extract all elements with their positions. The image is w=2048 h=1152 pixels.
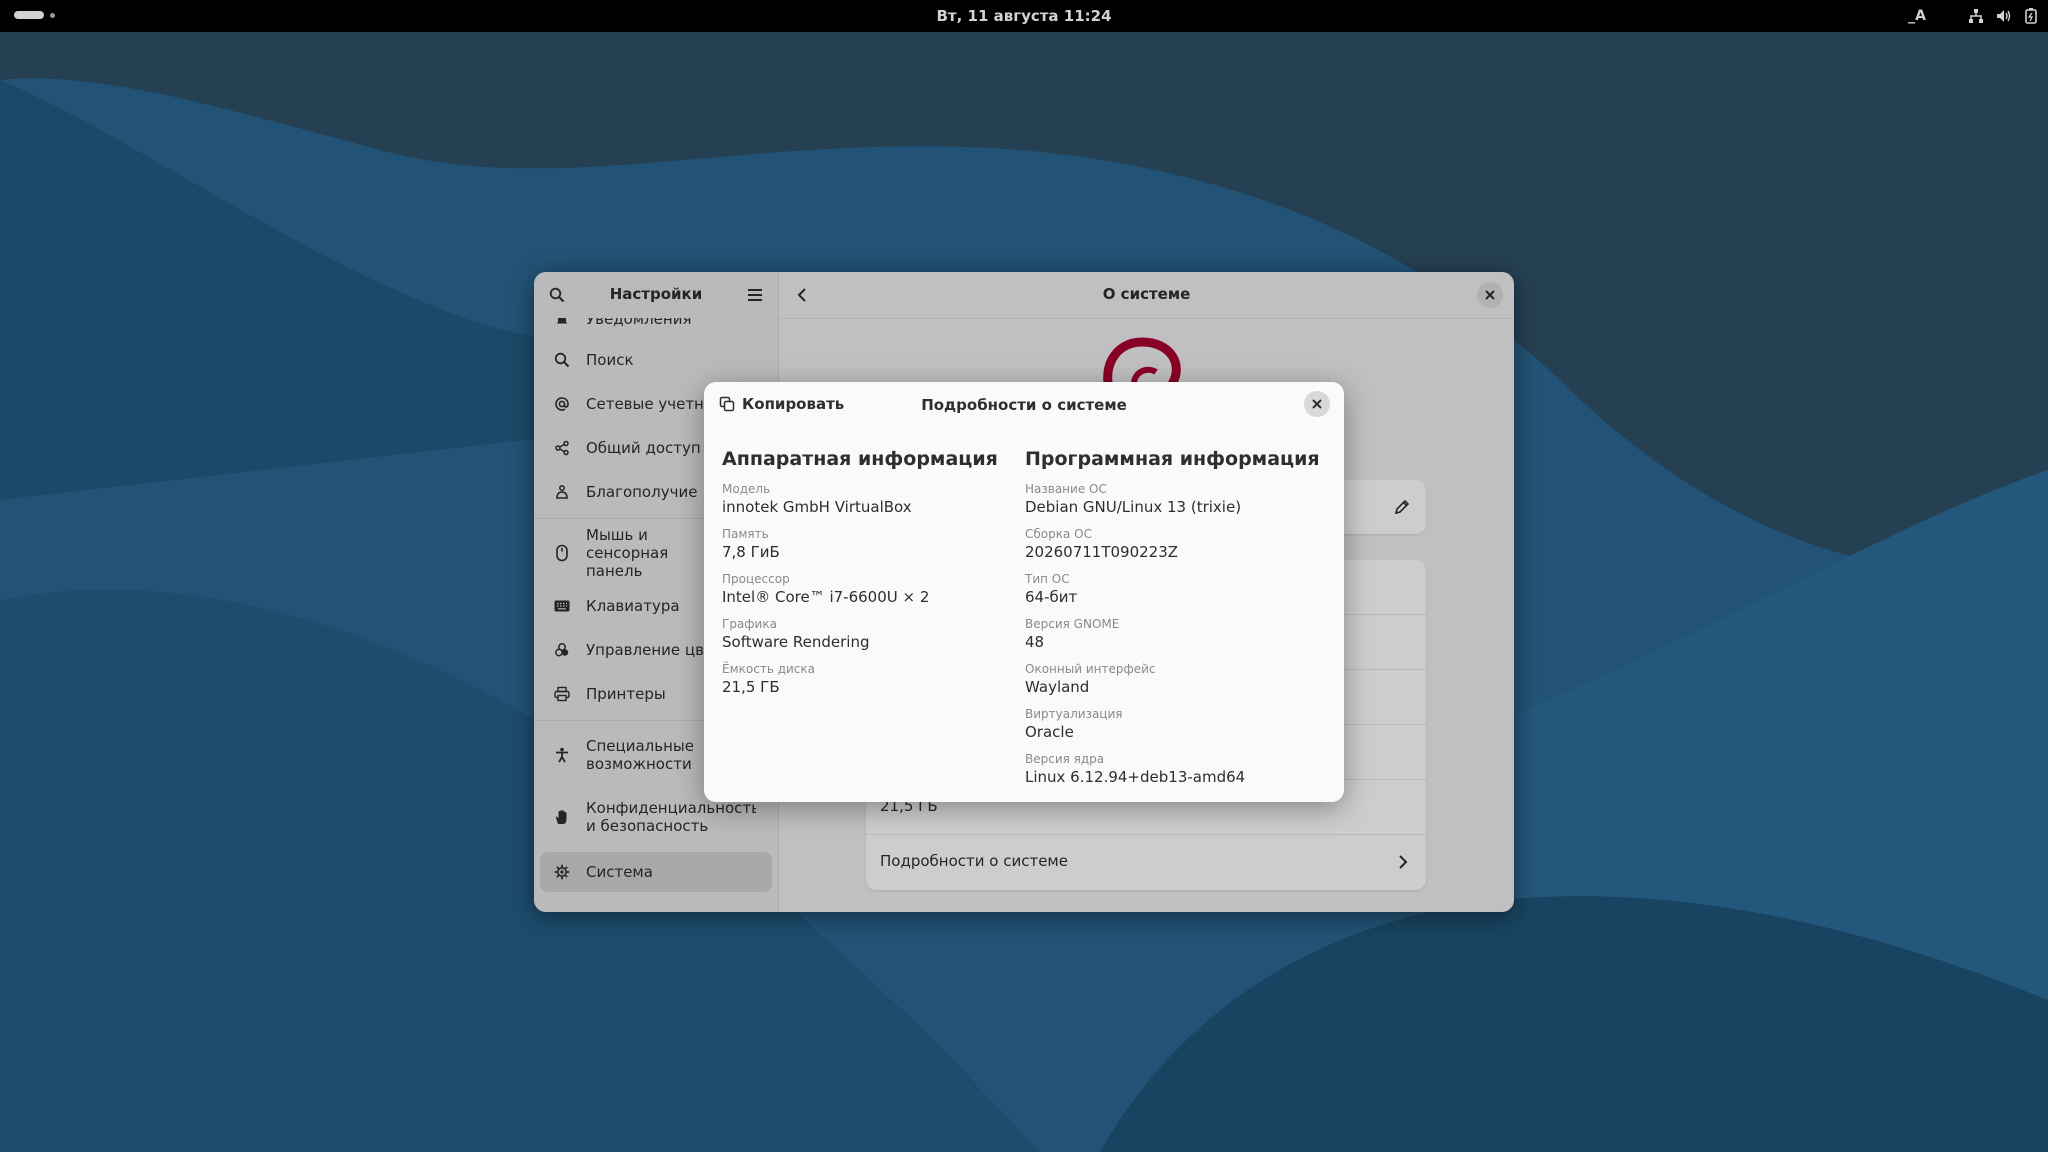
field-value: innotek GmbH VirtualBox [722,498,912,516]
sidebar-item-search[interactable]: Поиск [540,342,772,378]
field-value: 21,5 ГБ [722,678,780,696]
field-key: Сборка ОС [1025,527,1092,541]
close-icon [1485,290,1495,300]
mouse-icon [552,543,572,563]
sidebar-item-label: Поиск [586,351,634,369]
software-field-windowing-system: Оконный интерфейс Wayland [1025,662,1156,696]
field-key: Ёмкость диска [722,662,815,676]
accessibility-icon [552,745,572,765]
chevron-right-icon [1399,855,1408,869]
field-value: 20260711T090223Z [1025,543,1179,561]
field-value: 64-бит [1025,588,1078,606]
field-value: 7,8 ГиБ [722,543,780,561]
field-value: Wayland [1025,678,1090,696]
main-menu-button[interactable] [742,282,768,308]
software-field-gnome-version: Версия GNOME 48 [1025,617,1119,651]
field-value: Intel® Core™ i7-6600U × 2 [722,588,930,606]
hardware-field-memory: Память 7,8 ГиБ [722,527,780,561]
software-section-title: Программная информация [1025,448,1320,470]
share-icon [552,438,572,458]
field-key: Оконный интерфейс [1025,662,1156,676]
wellbeing-icon [552,482,572,502]
field-value: Oracle [1025,723,1074,741]
field-key: Процессор [722,572,790,586]
field-key: Виртуализация [1025,707,1123,721]
network-icon[interactable] [1968,6,1984,26]
software-field-os-type: Тип ОС 64-бит [1025,572,1077,606]
software-field-os-build: Сборка ОС 20260711T090223Z [1025,527,1178,561]
hardware-field-model: Модель innotek GmbH VirtualBox [722,482,912,516]
field-key: Модель [722,482,771,496]
gear-icon [552,862,572,882]
hardware-field-processor: Процессор Intel® Core™ i7-6600U × 2 [722,572,929,606]
window-close-button[interactable] [1477,282,1503,308]
pencil-icon[interactable] [1394,499,1410,515]
field-key: Графика [722,617,777,631]
sidebar-item-label: Общий доступ [586,439,701,457]
volume-icon[interactable] [1996,6,2012,26]
sidebar-item-label: Специальные возможности [586,737,694,773]
sidebar-header: Настройки [534,272,778,318]
system-details-dialog: Копировать Подробности о системе Аппарат… [704,382,1344,802]
field-key: Память [722,527,769,541]
sidebar-item-label: Принтеры [586,685,666,703]
software-field-kernel-version: Версия ядра Linux 6.12.94+deb13-amd64 [1025,752,1245,786]
sidebar-item-system[interactable]: Система [540,852,772,892]
field-key: Версия ядра [1025,752,1105,766]
hamburger-icon [748,289,762,301]
close-icon [1312,399,1322,409]
printer-icon [552,684,572,704]
dialog-close-button[interactable] [1304,391,1330,417]
sidebar-item-label: Система [586,863,653,881]
sidebar-item-label: Клавиатура [586,597,680,615]
field-value: 48 [1025,633,1045,651]
page-title: О системе [1102,285,1191,303]
bell-icon [552,318,572,329]
search-icon [552,350,572,370]
system-details-label: Подробности о системе [880,852,1068,870]
content-header: О системе [779,272,1514,319]
system-tray[interactable]: _A [1908,6,2038,26]
software-field-virtualization: Виртуализация Oracle [1025,707,1122,741]
sidebar-item-label: Благополучие [586,483,698,501]
hand-icon [552,807,572,827]
sidebar-item-label: Мышь и сенсорная панель [586,526,669,580]
system-details-row[interactable]: Подробности о системе [866,834,1426,890]
field-key: Версия GNOME [1025,617,1120,631]
battery-icon[interactable] [2024,6,2038,26]
keyboard-icon [552,596,572,616]
hardware-field-graphics: Графика Software Rendering [722,617,870,651]
sidebar-item-label: Уведомления [586,318,692,328]
color-icon [552,640,572,660]
field-value: Debian GNU/Linux 13 (trixie) [1025,498,1242,516]
field-key: Название ОС [1025,482,1107,496]
dialog-title: Подробности о системе [921,396,1127,414]
sidebar-item-label: Конфиденциальность и безопасность [586,799,756,835]
hardware-field-disk: Ёмкость диска 21,5 ГБ [722,662,815,696]
software-field-os-name: Название ОС Debian GNU/Linux 13 (trixie) [1025,482,1241,516]
input-source-indicator[interactable]: _A [1908,6,1926,26]
hardware-section-title: Аппаратная информация [722,448,998,470]
sidebar-item-notifications[interactable]: Уведомления [540,318,772,330]
field-value: Software Rendering [722,633,870,651]
clock[interactable]: Вт, 11 августа 11:24 [0,7,2048,25]
at-icon [552,394,572,414]
top-bar: Вт, 11 августа 11:24 _A [0,0,2048,32]
field-value: Linux 6.12.94+deb13-amd64 [1025,768,1246,786]
field-key: Тип ОС [1025,572,1070,586]
